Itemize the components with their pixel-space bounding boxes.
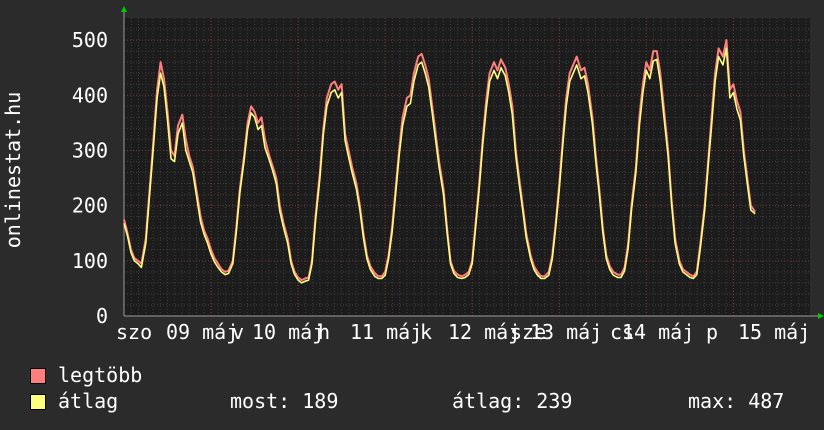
x-tick-label: v: [232, 320, 244, 344]
legend-row-avg: átlag most: 189 átlag: 239 max: 487: [30, 388, 820, 414]
y-tick-label: 300: [72, 138, 108, 162]
stat-average: átlag: 239: [452, 389, 573, 413]
y-tick-label: 0: [96, 304, 108, 328]
x-tick-label: 13 máj: [530, 320, 602, 344]
y-tick-label: 100: [72, 249, 108, 273]
chart-area: 0 100 200 300 400 500 szo 09 májv 10 májh 11 májk…: [1, 6, 824, 344]
y-tick-label: 500: [72, 28, 108, 52]
x-tick-label: szo: [116, 320, 152, 344]
y-tick-label: 400: [72, 83, 108, 107]
x-tick-label: 11 máj: [350, 320, 422, 344]
x-axis-arrow: [818, 313, 824, 319]
legend-row-max: legtöbb: [30, 362, 820, 388]
y-axis-label: onlinestat.hu: [1, 92, 25, 249]
x-tick-label: 14 máj: [622, 320, 694, 344]
legend-label-max: legtöbb: [58, 363, 143, 387]
x-tick-label: h: [318, 320, 330, 344]
legend: legtöbb átlag most: 189 átlag: 239 max: …: [30, 362, 820, 414]
x-tick-label: 15 máj: [738, 320, 810, 344]
x-tick-label: p: [706, 320, 718, 344]
x-tick-label: k: [420, 320, 432, 344]
y-tick-label: 200: [72, 194, 108, 218]
stat-now: most: 189: [230, 389, 339, 413]
legend-swatch-avg: [30, 393, 46, 410]
x-tick-label: 09 máj: [166, 320, 238, 344]
x-tick-label: 10 máj: [252, 320, 324, 344]
y-axis-arrow: [121, 6, 127, 12]
stat-max: max: 487: [688, 389, 785, 413]
legend-swatch-max: [30, 367, 46, 384]
legend-label-avg: átlag: [58, 389, 119, 413]
